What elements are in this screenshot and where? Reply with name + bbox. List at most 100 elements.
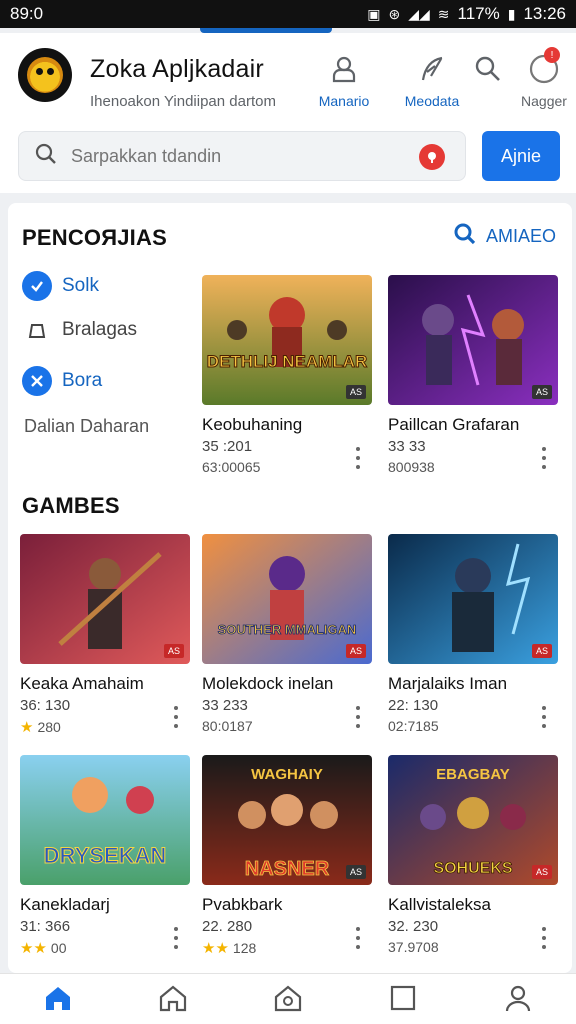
sidebar-item-dalian[interactable]: Dalian Daharan — [24, 416, 149, 437]
game-tile[interactable]: WAGHAIY NASNER AS Pvabkbark 22. 280 ★★ 12… — [202, 755, 372, 957]
search-icon — [454, 223, 476, 250]
main-content: PENCOЯJIAS AMIAEO Solk Bralagas Bora Dal… — [8, 203, 572, 973]
sidebar-item-label: Bora — [62, 370, 103, 391]
game-thumbnail: SOUTHER MMALIGAN AS — [202, 534, 372, 664]
nav-home[interactable] — [28, 984, 88, 1024]
game-meta-secondary: 80:0187 — [202, 718, 253, 734]
game-thumbnail: DETHLIJ NEAMLAR AS — [202, 275, 372, 405]
game-name: Kallvistaleksa — [388, 895, 491, 914]
game-meta-secondary: 02:7185 — [388, 718, 439, 734]
home-icon — [43, 984, 73, 1017]
nav-profile[interactable] — [488, 984, 548, 1024]
feather-icon — [414, 51, 450, 87]
check-icon — [22, 271, 52, 301]
star-icon: ★ — [20, 719, 34, 736]
thumbnail-art-text: DRYSEKAN — [44, 843, 167, 868]
app-subtitle: Ihenoakon Yindiipan dartom — [90, 93, 276, 110]
thumbnail-art-text: SOHUEKS — [433, 860, 512, 877]
game-thumbnail: DRYSEKAN — [20, 755, 190, 885]
game-meta: 22. 280 — [202, 918, 253, 935]
notification-label: Nagger — [521, 93, 567, 109]
bottom-nav — [0, 973, 576, 1024]
game-meta: 32. 230 — [388, 918, 439, 935]
box-icon — [22, 319, 52, 341]
nav-library[interactable] — [258, 984, 318, 1024]
more-options-icon[interactable] — [168, 927, 184, 949]
rating-badge: AS — [531, 865, 552, 879]
app-header: Zoka Apljkadair Ihenoakon Yindiipan dart… — [0, 33, 576, 193]
game-tile[interactable]: AS Marjalaiks Iman 22: 130 02:7185 — [388, 534, 558, 734]
voice-search-icon[interactable] — [419, 144, 445, 170]
game-rating: ★★ 00 — [20, 940, 67, 957]
game-meta-secondary: 63:00065 — [202, 459, 261, 475]
game-tile[interactable]: AS Keaka Amahaim 36: 130 ★ 280 — [20, 534, 190, 736]
more-options-icon[interactable] — [536, 927, 552, 949]
game-name: Pvabkbark — [202, 895, 283, 914]
game-thumbnail: AS — [388, 275, 558, 405]
game-meta: 33 233 — [202, 697, 248, 714]
game-name: Kanekladarj — [20, 895, 110, 914]
profile-button[interactable]: Manario — [304, 51, 384, 109]
game-meta-secondary: 37.9708 — [388, 939, 439, 955]
game-tile[interactable]: DRYSEKAN Kanekladarj 31: 366 ★★ 00 — [20, 755, 190, 957]
more-options-icon[interactable] — [350, 447, 366, 469]
battery-icon: ▮ — [507, 5, 516, 22]
sidebar-item-label: Solk — [62, 275, 99, 296]
search-icon — [470, 51, 506, 87]
sidebar-item-bora[interactable]: Bora — [22, 366, 102, 396]
search-icon — [35, 143, 57, 170]
profile-label: Manario — [318, 93, 370, 109]
more-options-icon[interactable] — [168, 706, 184, 728]
game-meta: 22: 130 — [388, 697, 439, 714]
user-icon — [504, 984, 532, 1017]
game-name: Molekdock inelan — [202, 674, 334, 693]
game-thumbnail: EBAGBAY SOHUEKS AS — [388, 755, 558, 885]
lock-home-icon — [273, 984, 303, 1017]
game-meta: 33 33 — [388, 438, 426, 455]
thumbnail-art-text: NASNER — [245, 858, 330, 880]
game-meta: 35 :201 — [202, 438, 253, 455]
game-tile[interactable]: AS Paillcan Grafaran 33 33 800938 — [388, 275, 558, 475]
rating-badge: AS — [163, 644, 184, 658]
nav-apps[interactable] — [373, 984, 433, 1024]
rating-badge: AS — [345, 865, 366, 879]
thumbnail-art-text: SOUTHER MMALIGAN — [218, 622, 357, 637]
vibrate-icon: ▣ — [367, 5, 381, 22]
status-time: 13:26 — [523, 4, 566, 23]
view-all-label: AMIAEO — [485, 226, 556, 246]
more-options-icon[interactable] — [536, 447, 552, 469]
game-tile[interactable]: EBAGBAY SOHUEKS AS Kallvistaleksa 32. 23… — [388, 755, 558, 955]
sidebar-item-bralagas[interactable]: Bralagas — [22, 319, 137, 341]
profile-icon — [326, 51, 362, 87]
signal-icon: ◢◢ — [408, 5, 430, 22]
search-input[interactable] — [71, 145, 391, 167]
thumbnail-art-title: WAGHAIY — [251, 766, 323, 783]
more-options-icon[interactable] — [350, 927, 366, 949]
game-thumbnail: AS — [388, 534, 558, 664]
battery-percent: 117% — [457, 4, 500, 23]
game-name: Paillcan Grafaran — [388, 415, 520, 434]
section-title-recommended: PENCOЯJIAS — [22, 225, 167, 250]
game-thumbnail: WAGHAIY NASNER AS — [202, 755, 372, 885]
game-tile[interactable]: DETHLIJ NEAMLAR AS Keobuhaning 35 :201 6… — [202, 275, 372, 475]
view-all-link[interactable]: AMIAEO — [454, 223, 556, 250]
sidebar-item-solk[interactable]: Solk — [22, 271, 99, 301]
rating-badge: AS — [345, 385, 366, 399]
rating-badge: AS — [531, 385, 552, 399]
star-icon: ★★ — [20, 940, 47, 957]
rating-badge: AS — [345, 644, 366, 658]
game-thumbnail: AS — [20, 534, 190, 664]
game-tile[interactable]: SOUTHER MMALIGAN AS Molekdock inelan 33 … — [202, 534, 372, 734]
status-bar: 89:0 ▣ ⊛ ◢◢ ≋ 117% ▮ 13:26 — [0, 0, 576, 28]
notification-button[interactable]: ! Nagger — [504, 47, 576, 109]
more-options-icon[interactable] — [350, 706, 366, 728]
search-bar[interactable] — [18, 131, 466, 181]
more-options-icon[interactable] — [536, 706, 552, 728]
search-submit-button[interactable]: Ajnie — [482, 131, 560, 181]
section-title-games: GAMBES — [22, 493, 120, 518]
star-icon: ★★ — [202, 940, 229, 957]
sidebar-item-label: Bralagas — [62, 319, 137, 340]
avatar[interactable] — [18, 48, 72, 102]
game-rating: ★ 280 — [20, 719, 61, 736]
nav-browse[interactable] — [143, 984, 203, 1024]
